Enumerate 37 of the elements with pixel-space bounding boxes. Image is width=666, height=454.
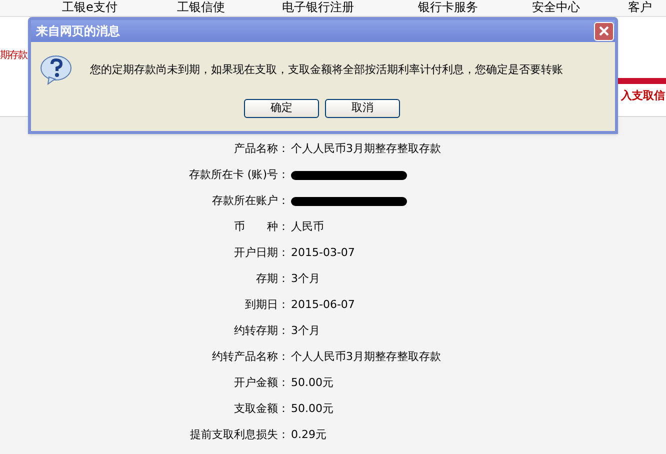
nav-link[interactable]: 客户 bbox=[628, 0, 652, 15]
field-label: 约转产品名称： bbox=[211, 348, 289, 365]
nav-link[interactable]: 工银信使 bbox=[177, 0, 225, 15]
nav-link[interactable]: 安全中心 bbox=[532, 0, 580, 15]
field-value: 2015-06-07 bbox=[291, 296, 355, 313]
close-button[interactable] bbox=[594, 22, 614, 40]
close-icon bbox=[598, 25, 610, 37]
dialog-title: 来自网页的消息 bbox=[36, 23, 120, 40]
field-label: 开户日期： bbox=[233, 244, 289, 261]
field-label: 产品名称： bbox=[233, 140, 289, 157]
dialog-message: 您的定期存款尚未到期，如果现在支取，支取金额将全部按活期利率计付利息，您确定是否要转账 bbox=[90, 62, 563, 78]
field-label: 支取金额： bbox=[233, 400, 289, 417]
field-value: 人民币 bbox=[291, 218, 324, 235]
field-value: 3个月 bbox=[291, 270, 320, 287]
field-label: 到期日： bbox=[244, 296, 289, 313]
tab-label[interactable]: 期存款 bbox=[0, 48, 27, 63]
nav-link[interactable]: 银行卡服务 bbox=[418, 0, 478, 15]
field-value: 个人人民币3月期整存整取存款 bbox=[291, 140, 441, 157]
dialog-button[interactable]: 取消 bbox=[325, 99, 400, 118]
field-value: 50.00元 bbox=[291, 400, 334, 417]
question-icon bbox=[40, 55, 73, 85]
dialog-button[interactable]: 确定 bbox=[244, 99, 319, 118]
field-label: 存款所在卡 (账)号： bbox=[188, 166, 289, 183]
field-label: 开户金额： bbox=[233, 374, 289, 391]
field-label: 币 种： bbox=[233, 218, 289, 235]
field-label: 存款所在账户： bbox=[211, 192, 289, 209]
field-value: 50.00元 bbox=[291, 374, 334, 391]
nav-link[interactable]: 电子银行注册 bbox=[282, 0, 354, 15]
field-value: 个人人民币3月期整存整取存款 bbox=[291, 348, 441, 365]
field-label: 约转存期： bbox=[233, 322, 289, 339]
field-value: 3个月 bbox=[291, 322, 320, 339]
field-value: 2015-03-07 bbox=[291, 244, 355, 261]
notice-text: 入支取信 bbox=[621, 88, 665, 104]
nav-link[interactable]: 工银e支付 bbox=[62, 0, 118, 15]
field-label: 提前支取利息损失： bbox=[189, 426, 289, 443]
field-label: 存期： bbox=[255, 270, 289, 287]
field-value: 0.29元 bbox=[291, 426, 326, 443]
